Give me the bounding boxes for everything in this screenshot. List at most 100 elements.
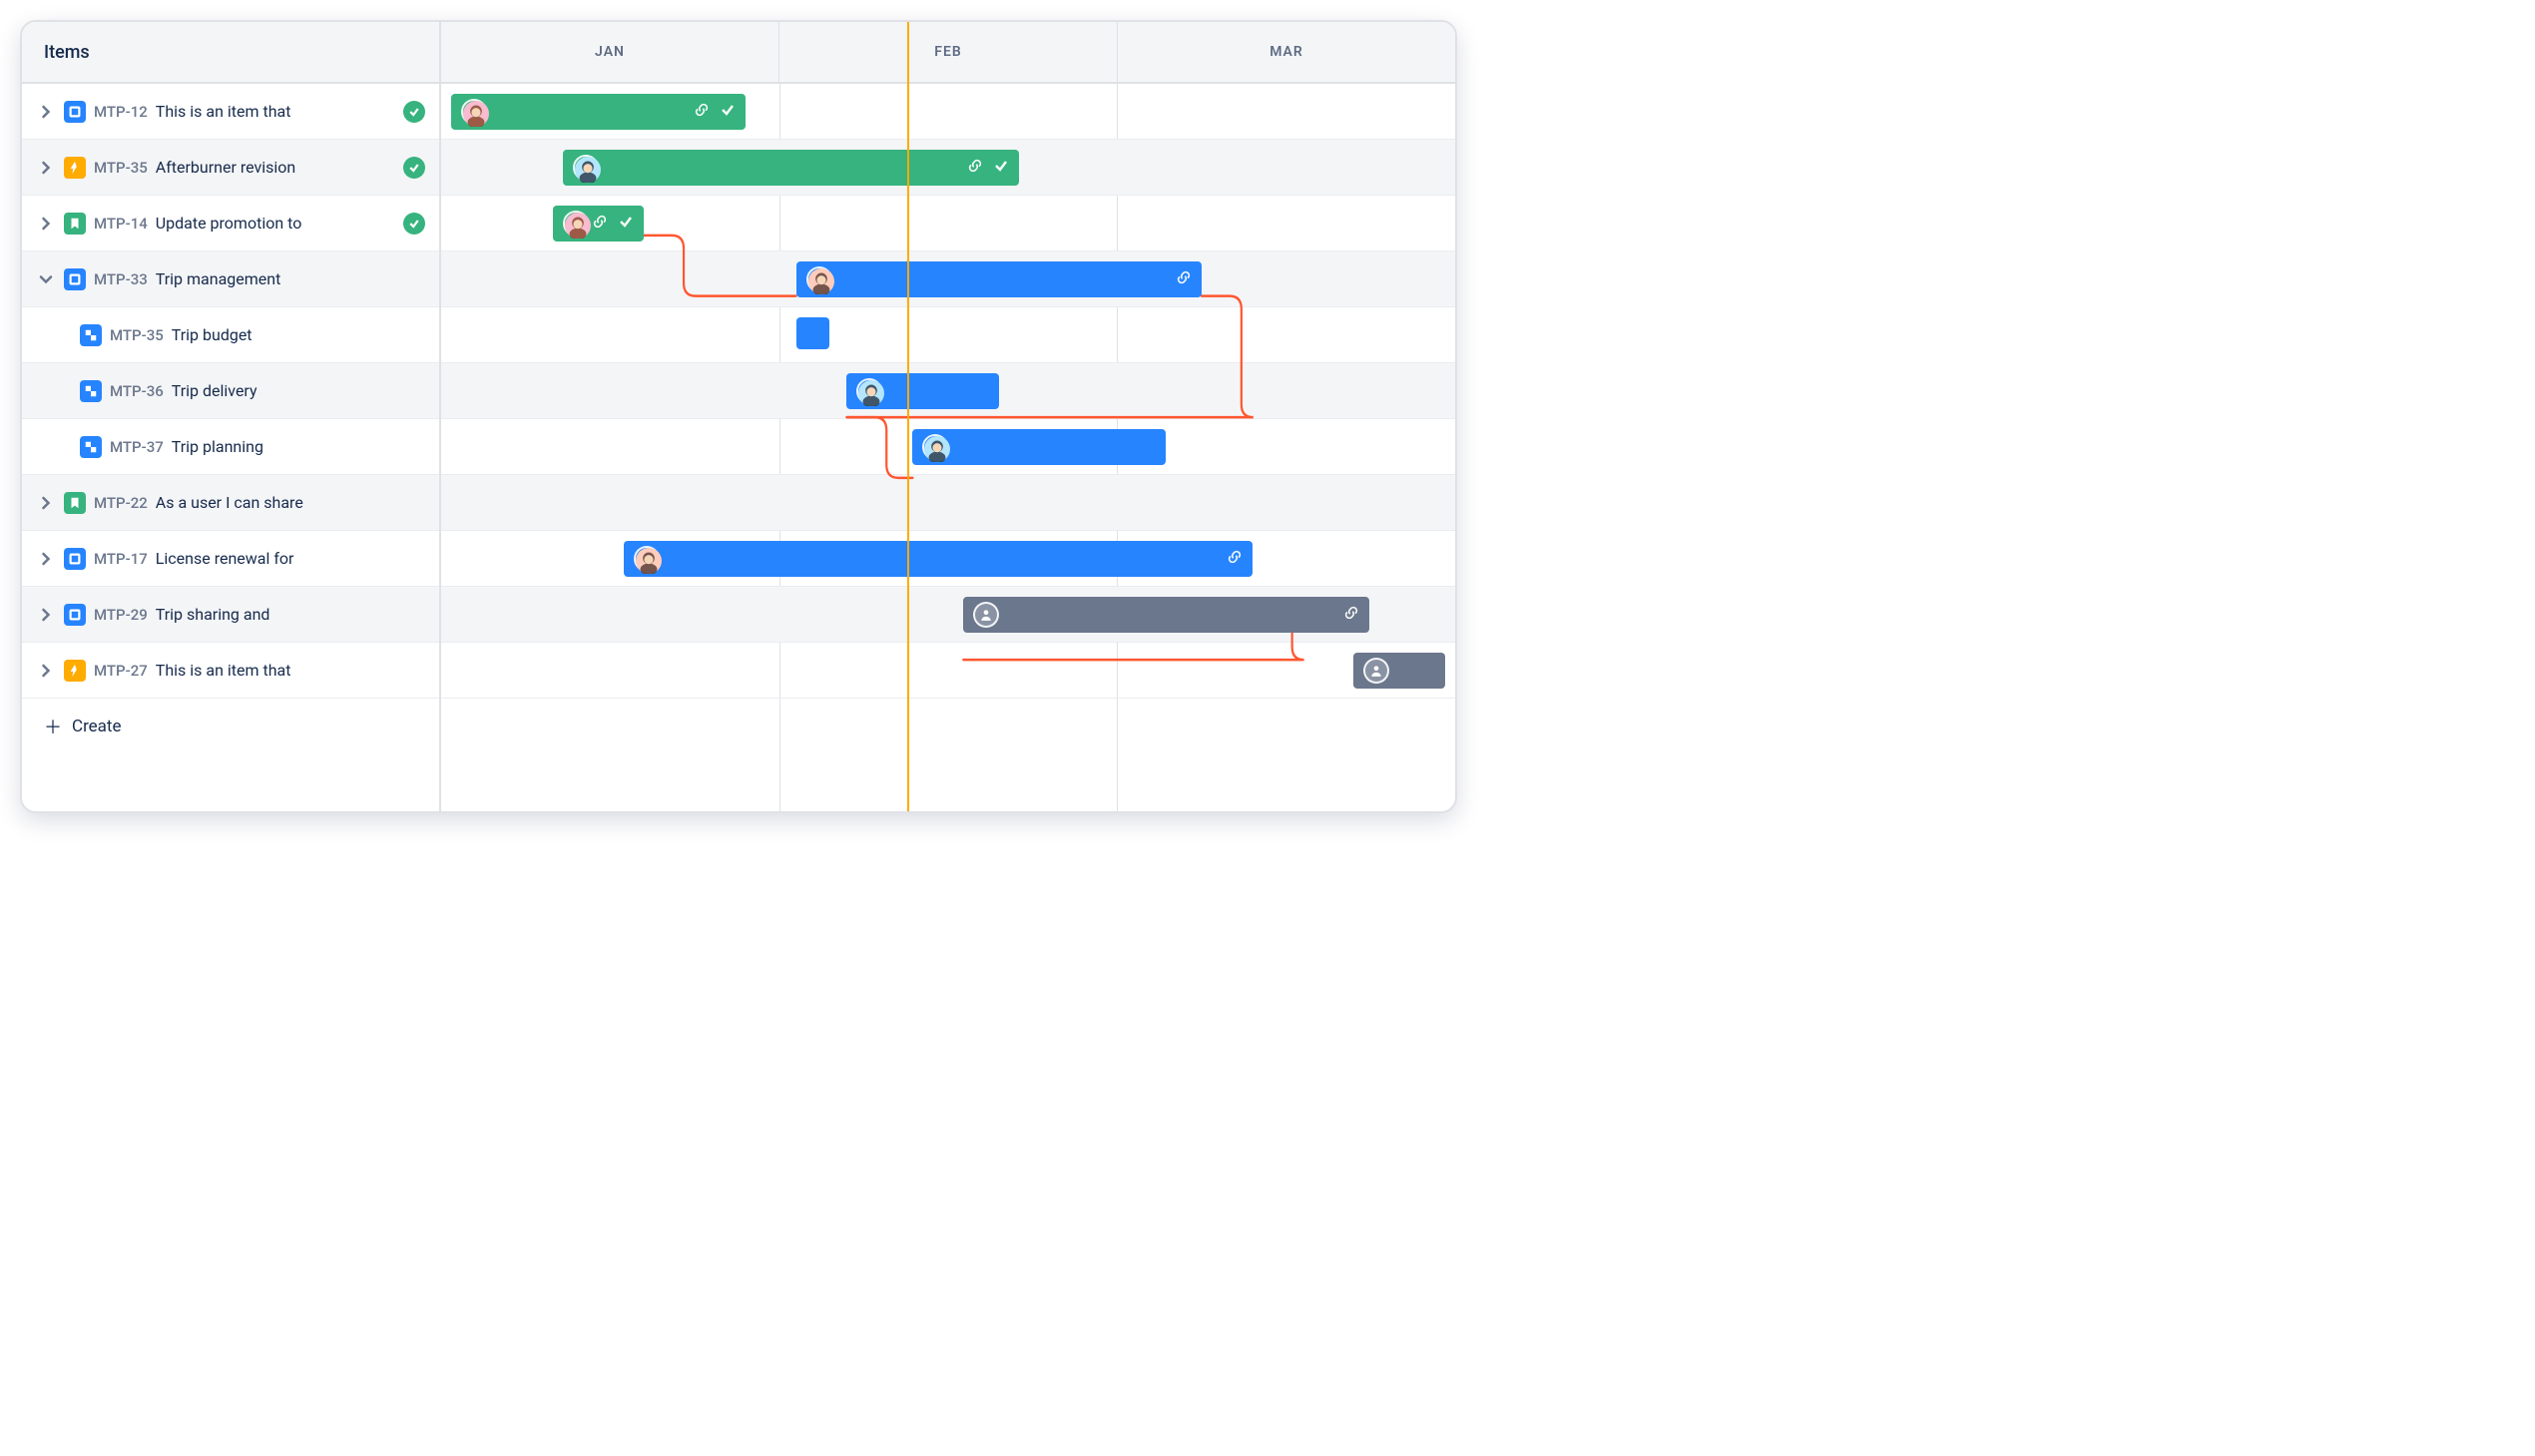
timeline-bar[interactable] [553, 206, 644, 242]
expand-toggle[interactable] [36, 549, 56, 569]
item-row-MTP-36[interactable]: MTP-36 Trip delivery [22, 363, 439, 419]
issue-summary[interactable]: Update promotion to [156, 214, 391, 233]
timeline-board: Items MTP-12 This is an item that MTP-35 Af… [20, 20, 1457, 813]
issue-key[interactable]: MTP-35 [110, 326, 164, 344]
assignee-avatar [806, 266, 832, 292]
item-row-MTP-17[interactable]: MTP-17 License renewal for [22, 531, 439, 587]
issue-key[interactable]: MTP-22 [94, 494, 148, 512]
month-jan: JAN [441, 22, 779, 82]
issue-key[interactable]: MTP-29 [94, 606, 148, 624]
story-icon [64, 213, 86, 235]
issue-summary[interactable]: Trip sharing and [156, 605, 425, 624]
assignee-avatar [563, 211, 589, 237]
item-row-MTP-33[interactable]: MTP-33 Trip management [22, 251, 439, 307]
status-done-icon [403, 101, 425, 123]
issue-summary[interactable]: As a user I can share [156, 493, 425, 512]
task-icon [64, 548, 86, 570]
issue-summary[interactable]: Trip planning [172, 437, 425, 456]
issue-summary[interactable]: This is an item that [156, 102, 391, 121]
expand-toggle[interactable] [36, 102, 56, 122]
create-button[interactable]: ＋ Create [22, 699, 439, 754]
expand-toggle[interactable] [36, 158, 56, 178]
issue-summary[interactable]: Trip budget [172, 325, 425, 344]
issue-key[interactable]: MTP-36 [110, 382, 164, 400]
check-icon [993, 158, 1009, 178]
timeline-row [441, 475, 1455, 531]
plus-icon: ＋ [44, 714, 62, 739]
issue-key[interactable]: MTP-12 [94, 103, 148, 121]
timeline-body[interactable] [441, 84, 1455, 811]
create-label: Create [72, 717, 122, 736]
assignee-avatar [856, 378, 882, 404]
assignee-avatar [461, 99, 487, 125]
unassigned-avatar-icon [973, 602, 999, 628]
subtask-icon [80, 436, 102, 458]
timeline-bar[interactable] [624, 541, 1253, 577]
bar-icons [1176, 269, 1192, 289]
link-icon[interactable] [1343, 605, 1359, 625]
issue-key[interactable]: MTP-27 [94, 662, 148, 680]
item-row-MTP-14[interactable]: MTP-14 Update promotion to [22, 196, 439, 251]
check-icon [618, 214, 634, 234]
item-row-MTP-12[interactable]: MTP-12 This is an item that [22, 84, 439, 140]
timeline-bar[interactable] [912, 429, 1166, 465]
issue-key[interactable]: MTP-33 [94, 270, 148, 288]
link-icon[interactable] [967, 158, 983, 178]
task-icon [64, 268, 86, 290]
item-row-MTP-35[interactable]: MTP-35 Afterburner revision [22, 140, 439, 196]
assignee-avatar [573, 155, 599, 181]
bar-icons [694, 102, 736, 122]
expand-toggle[interactable] [36, 214, 56, 234]
timeline-bar[interactable] [563, 150, 1019, 186]
issue-summary[interactable]: This is an item that [156, 661, 425, 680]
timeline-bar[interactable] [796, 317, 830, 349]
timeline-bar[interactable] [1353, 653, 1444, 689]
item-row-MTP-27[interactable]: MTP-27 This is an item that [22, 643, 439, 699]
link-icon[interactable] [694, 102, 710, 122]
timeline: JAN FEB MAR [441, 22, 1455, 811]
story-icon [64, 492, 86, 514]
timeline-bar[interactable] [963, 597, 1368, 633]
item-row-MTP-29[interactable]: MTP-29 Trip sharing and [22, 587, 439, 643]
item-row-MTP-22[interactable]: MTP-22 As a user I can share [22, 475, 439, 531]
items-header: Items [22, 22, 439, 84]
timeline-bar[interactable] [796, 261, 1202, 297]
status-done-icon [403, 213, 425, 235]
expand-toggle[interactable] [36, 269, 56, 289]
issue-summary[interactable]: Afterburner revision [156, 158, 391, 177]
timeline-bar[interactable] [846, 373, 998, 409]
task-icon [64, 604, 86, 626]
expand-toggle[interactable] [36, 605, 56, 625]
task-icon [64, 101, 86, 123]
bar-icons [592, 214, 634, 234]
expand-toggle[interactable] [36, 661, 56, 681]
timeline-bar[interactable] [451, 94, 746, 130]
subtask-icon [80, 380, 102, 402]
item-row-MTP-35[interactable]: MTP-35 Trip budget [22, 307, 439, 363]
check-icon [720, 102, 736, 122]
status-done-icon [403, 157, 425, 179]
link-icon[interactable] [1176, 269, 1192, 289]
expand-toggle[interactable] [36, 493, 56, 513]
month-feb: FEB [779, 22, 1118, 82]
issue-key[interactable]: MTP-14 [94, 215, 148, 233]
issue-summary[interactable]: Trip delivery [172, 381, 425, 400]
link-icon[interactable] [592, 214, 608, 234]
timeline-row [441, 307, 1455, 363]
today-marker [907, 22, 909, 811]
issue-key[interactable]: MTP-17 [94, 550, 148, 568]
issue-key[interactable]: MTP-37 [110, 438, 164, 456]
link-icon[interactable] [1227, 549, 1243, 569]
subtask-icon [80, 324, 102, 346]
issue-summary[interactable]: License renewal for [156, 549, 425, 568]
assignee-avatar [922, 434, 948, 460]
bar-icons [967, 158, 1009, 178]
unassigned-avatar-icon [1363, 658, 1389, 684]
epic-icon [64, 157, 86, 179]
items-header-label: Items [44, 42, 90, 63]
timeline-header: JAN FEB MAR [441, 22, 1455, 84]
issue-summary[interactable]: Trip management [156, 269, 425, 288]
item-row-MTP-37[interactable]: MTP-37 Trip planning [22, 419, 439, 475]
items-column: Items MTP-12 This is an item that MTP-35 Af… [22, 22, 441, 811]
issue-key[interactable]: MTP-35 [94, 159, 148, 177]
